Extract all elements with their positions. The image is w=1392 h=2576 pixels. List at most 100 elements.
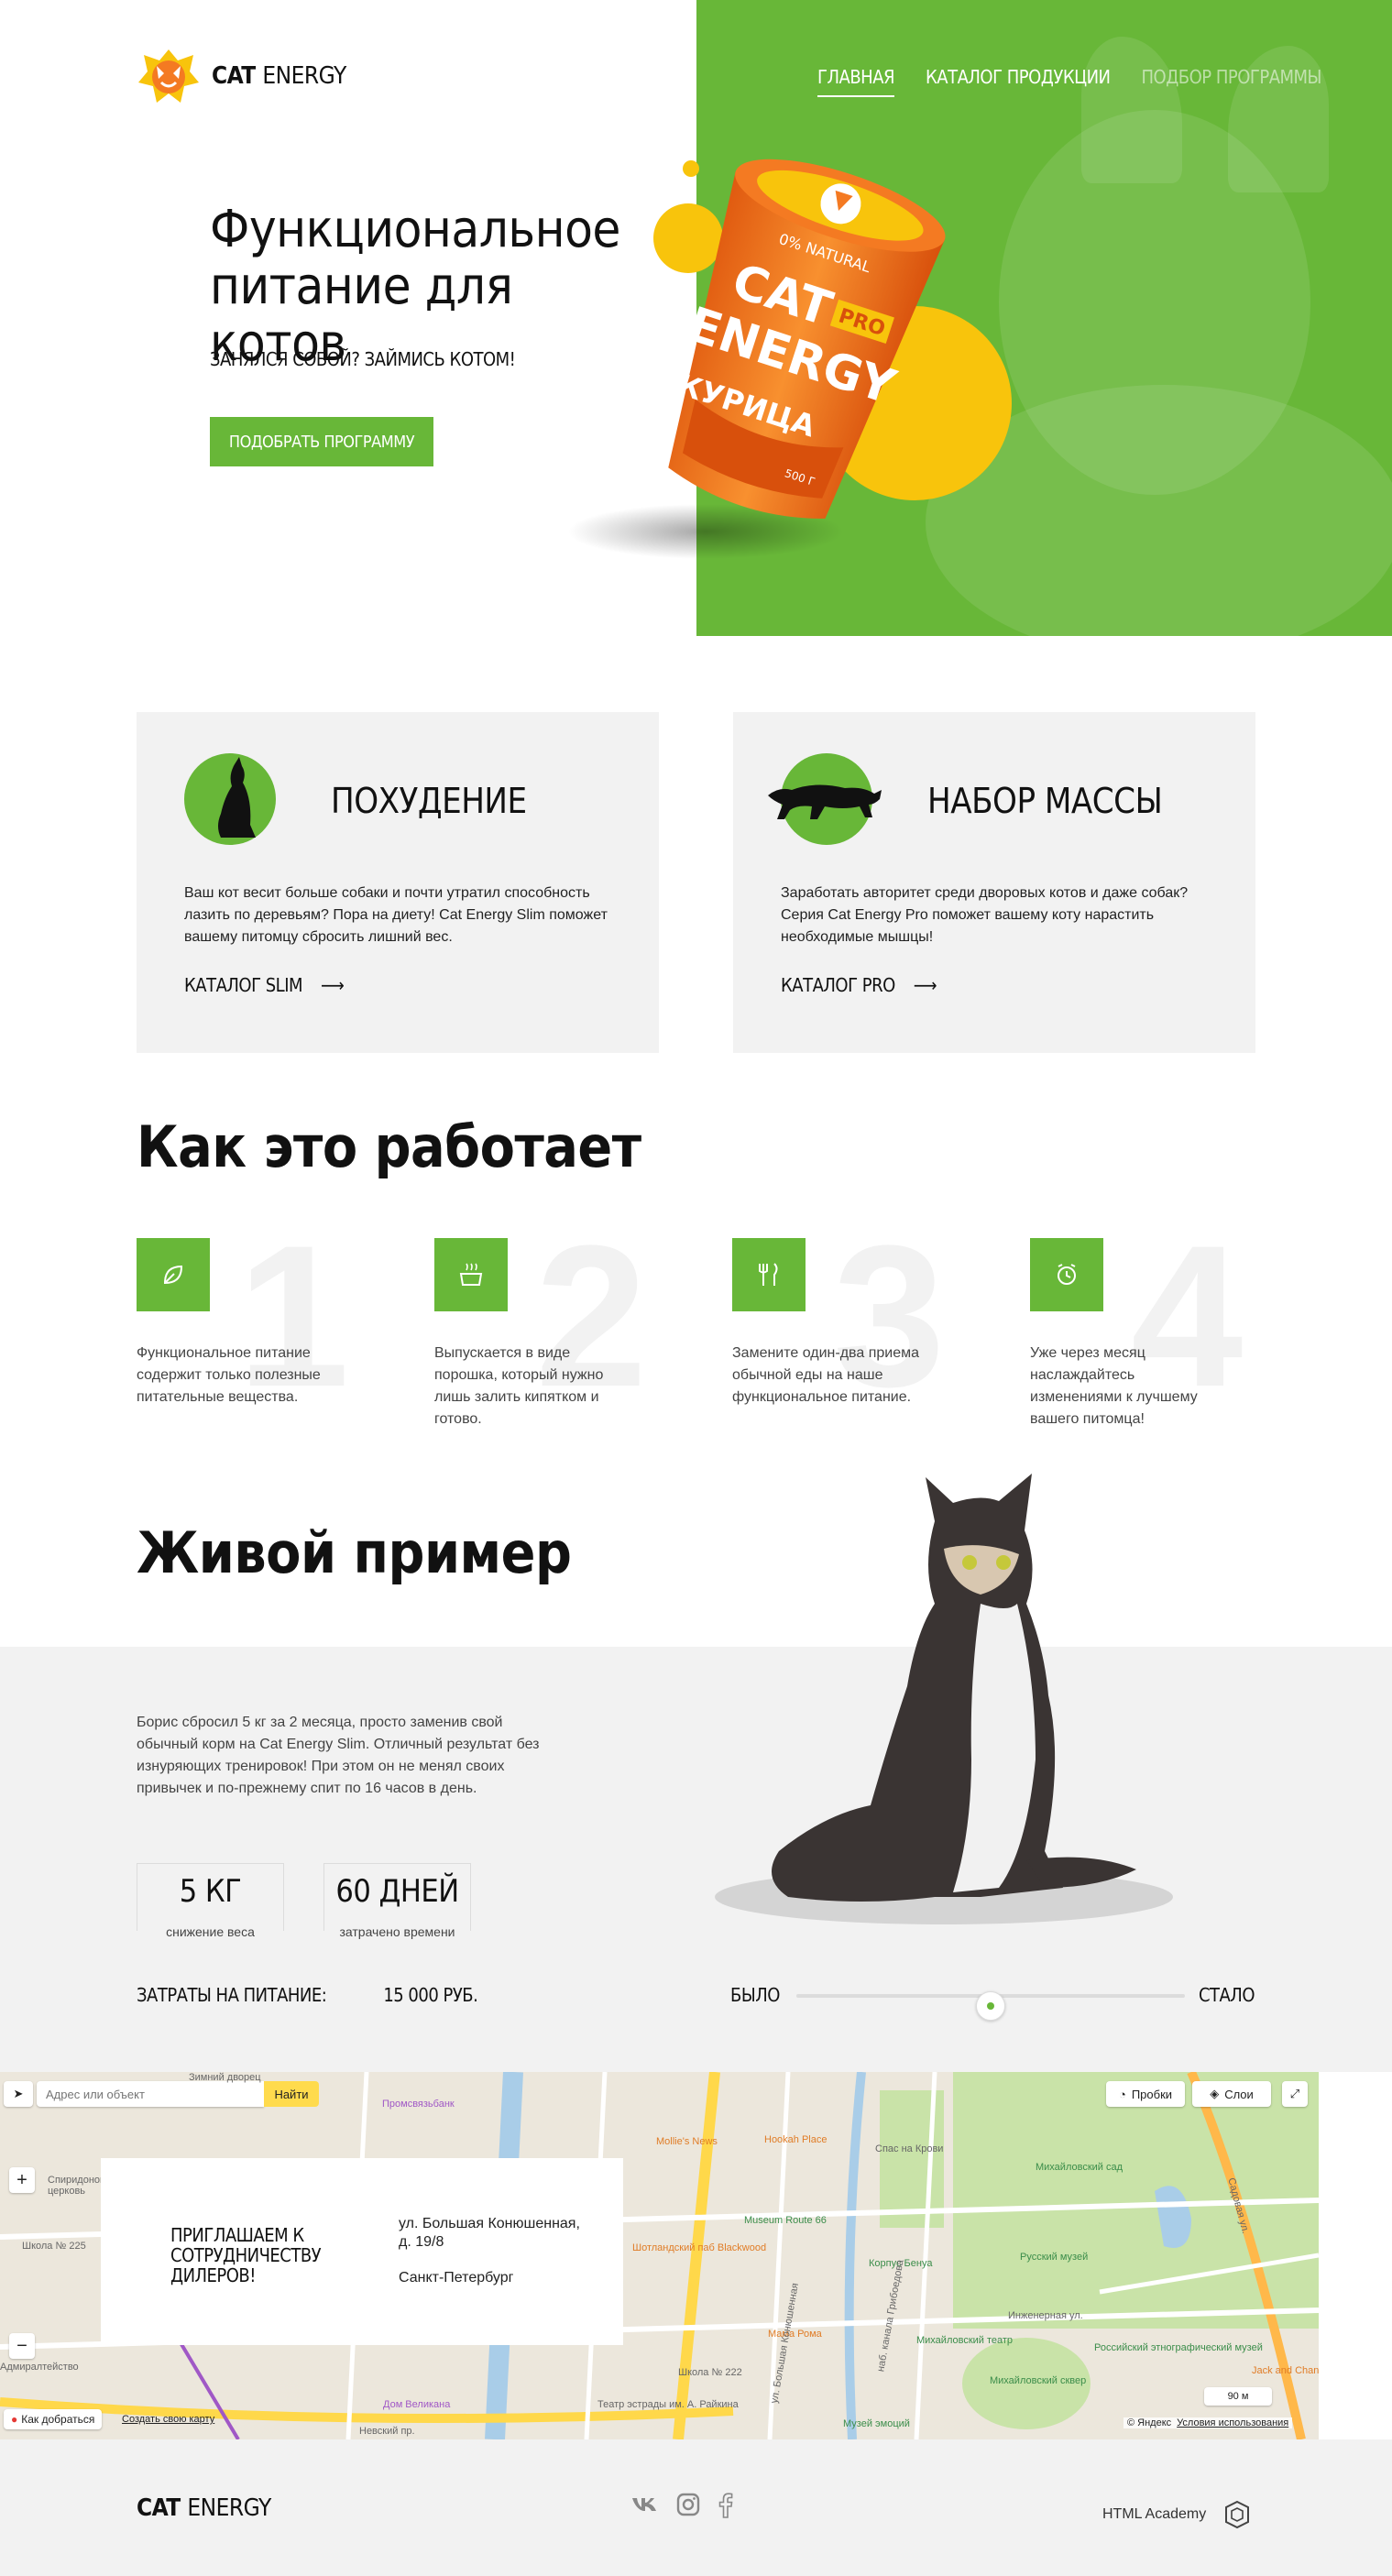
map-search-input[interactable] bbox=[37, 2081, 264, 2107]
pin-icon: ● bbox=[11, 2413, 18, 2426]
map-scale: 90 м bbox=[1204, 2387, 1272, 2406]
step-text: Выпускается в виде порошка, который нужн… bbox=[434, 1345, 604, 1427]
slim-cat-icon bbox=[184, 753, 276, 845]
nav-item-catalog[interactable]: КАТАЛОГ ПРОДУКЦИИ bbox=[926, 66, 1111, 97]
html-academy-label: HTML Academy bbox=[1102, 2506, 1207, 2522]
map-terms-link[interactable]: Условия использования bbox=[1177, 2417, 1288, 2428]
map-side-gap bbox=[1319, 2072, 1392, 2439]
slider-track[interactable] bbox=[796, 1991, 1185, 2021]
map-label: Museum Route 66 bbox=[744, 2215, 827, 2226]
live-example-text: Борис сбросил 5 кг за 2 месяца, просто з… bbox=[137, 1715, 540, 1796]
map-search-bar: ➤ Найти bbox=[4, 2081, 319, 2107]
traffic-icon: ◔ bbox=[1118, 2087, 1126, 2101]
after-label: СТАЛО bbox=[1198, 1984, 1255, 2006]
map-label: Зимний дворец bbox=[189, 2072, 261, 2083]
catalog-pro-label: КАТАЛОГ PRO bbox=[781, 974, 895, 996]
step-1: 1 Функциональное питание содержит только… bbox=[137, 1215, 384, 1458]
step-4: 4 Уже через месяц наслаждайтесь изменени… bbox=[1030, 1215, 1277, 1458]
footer-logo[interactable]: CAT ENERGY bbox=[137, 2494, 271, 2522]
stat-weight-label: снижение веса bbox=[137, 1924, 283, 1939]
map-label: Дом Великана bbox=[383, 2399, 451, 2410]
html-academy-icon bbox=[1225, 2500, 1250, 2529]
leaf-icon bbox=[137, 1238, 210, 1311]
layers-button[interactable]: ◈ Слои bbox=[1192, 2081, 1271, 2107]
card-slim: ПОХУДЕНИЕ Ваш кот весит больше собаки и … bbox=[137, 712, 659, 1053]
map-copyright: © Яндекс bbox=[1127, 2417, 1172, 2428]
catalog-slim-link[interactable]: КАТАЛОГ SLIM ⟶ bbox=[184, 974, 345, 996]
arrow-right-icon: ⟶ bbox=[321, 974, 345, 996]
map-label: Русский музей bbox=[1020, 2252, 1089, 2263]
map-attribution: © Яндекс Условия использования bbox=[1123, 2417, 1293, 2428]
stat-weight-value: 5 КГ bbox=[179, 1873, 242, 1910]
facebook-icon[interactable] bbox=[718, 2493, 733, 2518]
step-2: 2 Выпускается в виде порошка, который ну… bbox=[434, 1215, 682, 1458]
costs-label: ЗАТРАТЫ НА ПИТАНИЕ: bbox=[137, 1984, 327, 2006]
layers-icon: ◈ bbox=[1210, 2087, 1220, 2100]
map-find-button[interactable]: Найти bbox=[264, 2081, 319, 2107]
map-label: Спиридоновская церковь bbox=[48, 2175, 126, 2197]
hero-subtitle: ЗАНЯЛСЯ СОБОЙ? ЗАЙМИСЬ КОТОМ! bbox=[210, 348, 516, 370]
slider-thumb[interactable] bbox=[976, 1991, 1005, 2021]
map-label: Инженерная ул. bbox=[1008, 2310, 1083, 2321]
html-academy-link[interactable]: HTML Academy bbox=[1102, 2500, 1250, 2529]
geolocation-icon[interactable]: ➤ bbox=[4, 2081, 33, 2107]
fullscreen-icon[interactable]: ⤢ bbox=[1282, 2081, 1308, 2107]
layers-label: Слои bbox=[1224, 2087, 1254, 2101]
cat-photo bbox=[715, 1474, 1173, 1924]
footer-logo-strong: CAT bbox=[137, 2494, 181, 2522]
traffic-button[interactable]: ◔ Пробки bbox=[1106, 2081, 1185, 2107]
instagram-icon[interactable] bbox=[676, 2493, 700, 2516]
before-after-slider: БЫЛО СТАЛО bbox=[730, 1984, 1255, 2021]
alarm-clock-icon bbox=[1030, 1238, 1103, 1311]
footer: CAT ENERGY HTML Academy bbox=[0, 2439, 1392, 2576]
bowl-icon bbox=[434, 1238, 508, 1311]
select-program-button[interactable]: ПОДОБРАТЬ ПРОГРАММУ bbox=[210, 417, 433, 466]
arrow-right-icon: ⟶ bbox=[913, 974, 937, 996]
map-label: Михайловский сквер bbox=[990, 2375, 1087, 2386]
catalog-slim-label: КАТАЛОГ SLIM bbox=[184, 974, 303, 996]
map-label: Jack and Chan bbox=[1252, 2365, 1319, 2376]
map-label: Школа № 225 bbox=[22, 2241, 86, 2252]
step-text: Уже через месяц наслаждайтесь изменениям… bbox=[1030, 1345, 1198, 1427]
route-label: Как добраться bbox=[21, 2413, 95, 2426]
dealer-card: ПРИГЛАШАЕМ К СОТРУДНИЧЕСТВУ ДИЛЕРОВ! ул.… bbox=[101, 2158, 623, 2345]
traffic-label: Пробки bbox=[1131, 2087, 1173, 2101]
nav-item-program[interactable]: ПОДБОР ПРОГРАММЫ bbox=[1142, 66, 1322, 97]
map-label: Российский этнографический музей bbox=[1094, 2342, 1263, 2353]
step-text: Функциональное питание содержит только п… bbox=[137, 1345, 321, 1405]
vk-icon[interactable] bbox=[630, 2493, 658, 2516]
map-label: Промсвязьбанк bbox=[382, 2099, 455, 2110]
costs-row: ЗАТРАТЫ НА ПИТАНИЕ: 15 000 РУБ. bbox=[137, 1984, 478, 2006]
dealer-address: ул. Большая Конюшенная, д. 19/8 bbox=[399, 2216, 580, 2250]
catalog-pro-link[interactable]: КАТАЛОГ PRO ⟶ bbox=[781, 974, 937, 996]
dealer-city: Санкт-Петербург bbox=[399, 2270, 514, 2286]
map-label: Школа № 222 bbox=[678, 2367, 742, 2378]
stat-time-label: затрачено времени bbox=[324, 1924, 470, 1939]
map-label: Адмиралтейство bbox=[0, 2362, 79, 2373]
card-slim-title: ПОХУДЕНИЕ bbox=[331, 781, 527, 821]
card-pro-text: Заработать авторитет среди дворовых кото… bbox=[781, 885, 1189, 945]
product-pack-image: 0% NATURAL CAT ENERGY PRO КУРИЦА 500 Г bbox=[568, 159, 1012, 559]
costs-value: 15 000 РУБ. bbox=[383, 1984, 478, 2006]
map-label: Спас на Крови bbox=[875, 2143, 944, 2154]
route-button[interactable]: ● Как добраться bbox=[4, 2409, 103, 2429]
map-label: Михайловский театр bbox=[916, 2335, 1014, 2346]
map-label: Мама Рома bbox=[768, 2329, 822, 2340]
before-label: БЫЛО bbox=[730, 1984, 780, 2006]
create-map-link[interactable]: Создать свою карту bbox=[122, 2414, 214, 2425]
map-scale-value: 90 м bbox=[1227, 2391, 1249, 2402]
zoom-out-button[interactable]: − bbox=[9, 2333, 35, 2359]
site-logo[interactable]: CAT ENERGY bbox=[137, 48, 346, 104]
map-label: Театр эстрады им. А. Райкина bbox=[597, 2399, 739, 2410]
map-label: Музей эмоций bbox=[843, 2418, 910, 2429]
map-label: Mollie's News bbox=[656, 2136, 718, 2147]
logo-light: ENERGY bbox=[262, 62, 346, 90]
map-label: Hookah Place bbox=[764, 2134, 828, 2145]
step-3: 3 Замените один-два приема обычной еды н… bbox=[732, 1215, 980, 1458]
card-slim-text: Ваш кот весит больше собаки и почти утра… bbox=[184, 885, 608, 945]
map-label: Невский пр. bbox=[359, 2426, 415, 2437]
zoom-in-button[interactable]: + bbox=[9, 2167, 35, 2193]
nav-item-home[interactable]: ГЛАВНАЯ bbox=[817, 66, 895, 97]
hero-section: CAT ENERGY ГЛАВНАЯ КАТАЛОГ ПРОДУКЦИИ ПОД… bbox=[0, 0, 1392, 636]
card-pro: НАБОР МАССЫ Заработать авторитет среди д… bbox=[733, 712, 1255, 1053]
